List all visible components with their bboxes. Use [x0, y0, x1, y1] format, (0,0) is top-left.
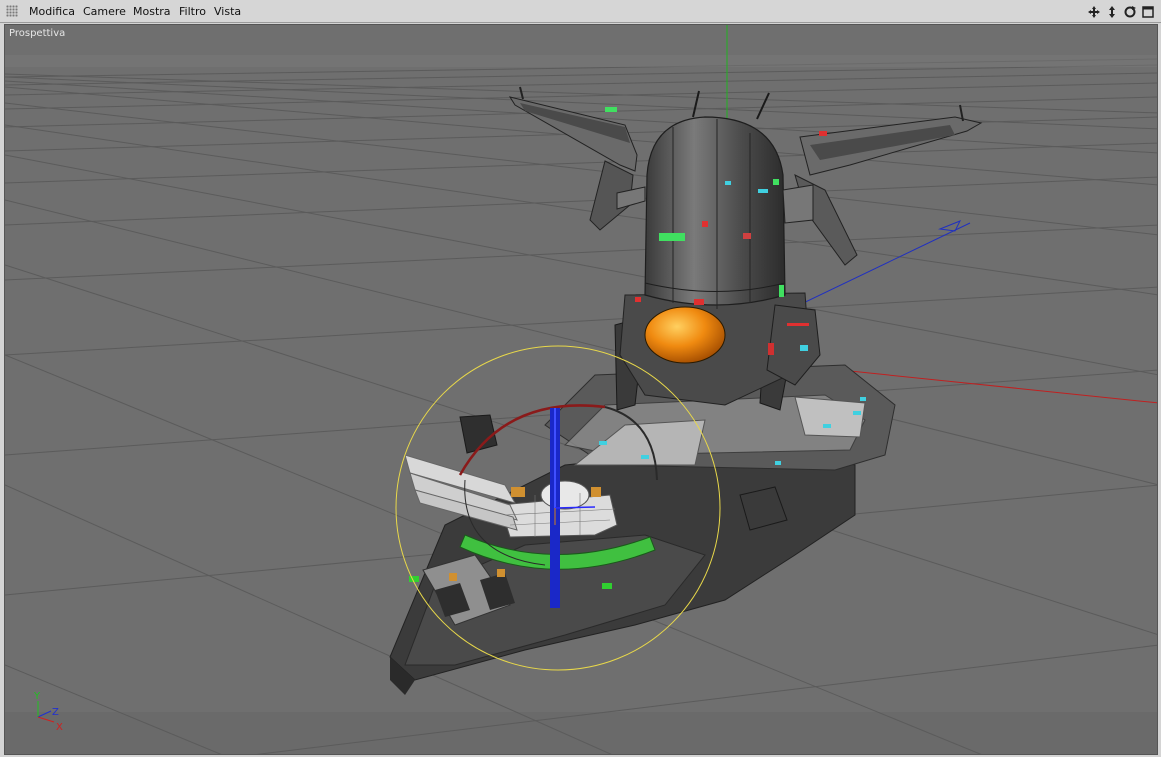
- axis-z-label: Z: [52, 707, 59, 718]
- orange-visor: [644, 306, 726, 364]
- menu-vista[interactable]: Vista: [214, 5, 241, 18]
- dome-tower[interactable]: [614, 90, 821, 411]
- menu-bar: Modifica Camere Mostra Filtro Vista: [0, 0, 1161, 23]
- drag-grip-icon[interactable]: [6, 5, 18, 17]
- corner-axes-indicator: Y Z X: [33, 691, 63, 733]
- axis-x-label: X: [56, 722, 63, 733]
- perspective-viewport[interactable]: Y Z X Prospettiva: [4, 24, 1158, 755]
- menu-modifica[interactable]: Modifica: [29, 5, 75, 18]
- maximize-view-icon[interactable]: [1141, 5, 1155, 19]
- menu-mostra[interactable]: Mostra: [133, 5, 171, 18]
- viewport-label[interactable]: Prospettiva: [9, 28, 65, 39]
- rotate-view-icon[interactable]: [1123, 5, 1137, 19]
- axis-y-label: Y: [33, 691, 41, 702]
- menu-camere[interactable]: Camere: [83, 5, 126, 18]
- menu-filtro[interactable]: Filtro: [179, 5, 206, 18]
- horizon-haze: [5, 55, 1157, 67]
- ship-model[interactable]: [389, 364, 896, 695]
- scene-canvas[interactable]: Y Z X: [5, 25, 1158, 755]
- move-view-icon[interactable]: [1087, 5, 1101, 19]
- viewport-nav-icons: [1087, 4, 1155, 20]
- dolly-view-icon[interactable]: [1105, 5, 1119, 19]
